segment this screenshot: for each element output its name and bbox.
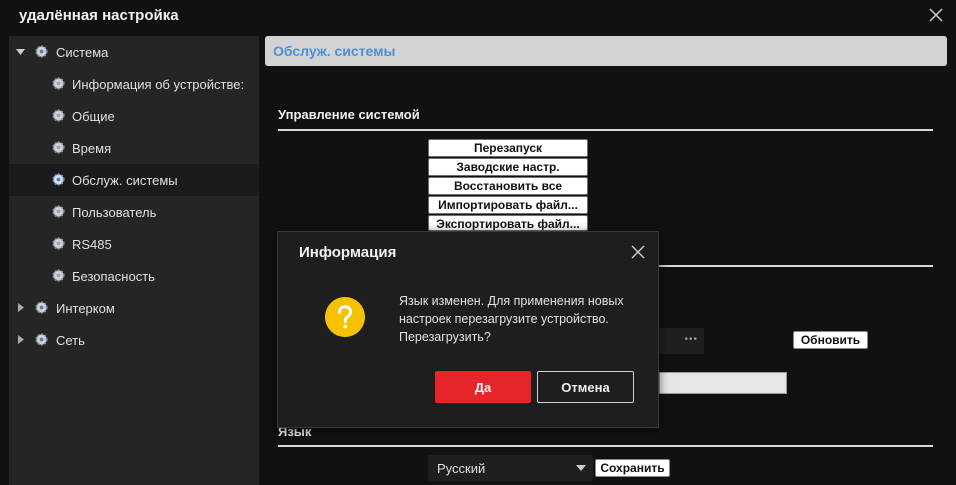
sidebar-item-system[interactable]: Система — [9, 36, 259, 68]
gear-icon — [52, 109, 65, 122]
sidebar-item-label: Система — [56, 45, 109, 60]
gear-icon — [35, 333, 48, 346]
sidebar-item-intercom[interactable]: Интерком — [9, 292, 259, 324]
yes-button[interactable]: Да — [435, 371, 531, 403]
update-button[interactable]: Обновить — [793, 331, 868, 349]
title-bar: удалённая настройка — [0, 0, 956, 32]
sidebar-item-network[interactable]: Сеть — [9, 324, 259, 356]
gear-icon — [52, 77, 65, 90]
gear-icon — [35, 301, 48, 314]
language-select-value: Русский — [437, 461, 486, 476]
sidebar-item-label: Безопасность — [72, 269, 155, 284]
sidebar-item-label: Обслуж. системы — [72, 173, 178, 188]
close-icon[interactable] — [927, 6, 945, 24]
sidebar-item-label: RS485 — [72, 237, 112, 252]
password-field[interactable]: ••• — [659, 328, 704, 354]
gear-icon — [52, 237, 65, 250]
gear-icon — [35, 45, 48, 58]
caret-down-icon — [576, 465, 586, 471]
sidebar-item-device-info[interactable]: Информация об устройстве: — [9, 68, 259, 100]
language-select[interactable]: Русский — [428, 455, 593, 481]
chevron-right-icon[interactable] — [16, 303, 25, 312]
gear-icon — [52, 205, 65, 218]
gear-icon — [52, 141, 65, 154]
sidebar-item-label: Информация об устройстве: — [72, 77, 245, 92]
dialog-title: Информация — [299, 244, 397, 261]
cancel-button[interactable]: Отмена — [537, 371, 634, 403]
sidebar-item-time[interactable]: Время — [9, 132, 259, 164]
question-icon — [325, 297, 365, 337]
dialog-message: Язык изменен. Для применения новых настр… — [399, 294, 624, 344]
save-button[interactable]: Сохранить — [595, 459, 670, 477]
chevron-down-icon[interactable] — [16, 47, 25, 56]
system-management-title: Управление системой — [278, 107, 420, 122]
reboot-button[interactable]: Перезапуск — [428, 139, 588, 157]
close-icon[interactable] — [630, 244, 646, 260]
sidebar-item-rs485[interactable]: RS485 — [9, 228, 259, 260]
sidebar-item-general[interactable]: Общие — [9, 100, 259, 132]
divider — [278, 129, 933, 131]
factory-reset-button[interactable]: Заводские настр. — [428, 158, 588, 176]
sidebar-item-security[interactable]: Безопасность — [9, 260, 259, 292]
sidebar-item-label: Интерком — [56, 301, 115, 316]
info-dialog: Информация Язык изменен. Для применения … — [277, 231, 659, 428]
sidebar: Система Информация об устройстве: Общие … — [9, 36, 259, 485]
chevron-right-icon[interactable] — [16, 335, 25, 344]
window-title: удалённая настройка — [19, 7, 179, 24]
export-file-button[interactable]: Экспортировать файл... — [428, 215, 588, 231]
restore-all-button[interactable]: Восстановить все — [428, 177, 588, 195]
gear-icon — [52, 269, 65, 282]
page-title: Обслуж. системы — [273, 43, 396, 59]
divider — [278, 445, 933, 447]
page-header: Обслуж. системы — [265, 36, 947, 66]
import-file-button[interactable]: Импортировать файл... — [428, 196, 588, 214]
sidebar-item-label: Пользователь — [72, 205, 157, 220]
gear-icon — [52, 173, 65, 186]
sidebar-item-label: Время — [72, 141, 112, 156]
file-path-field[interactable] — [659, 372, 787, 394]
sidebar-item-maintenance[interactable]: Обслуж. системы — [9, 164, 259, 196]
sidebar-item-label: Сеть — [56, 333, 85, 348]
sidebar-item-label: Общие — [72, 109, 115, 124]
sidebar-item-user[interactable]: Пользователь — [9, 196, 259, 228]
